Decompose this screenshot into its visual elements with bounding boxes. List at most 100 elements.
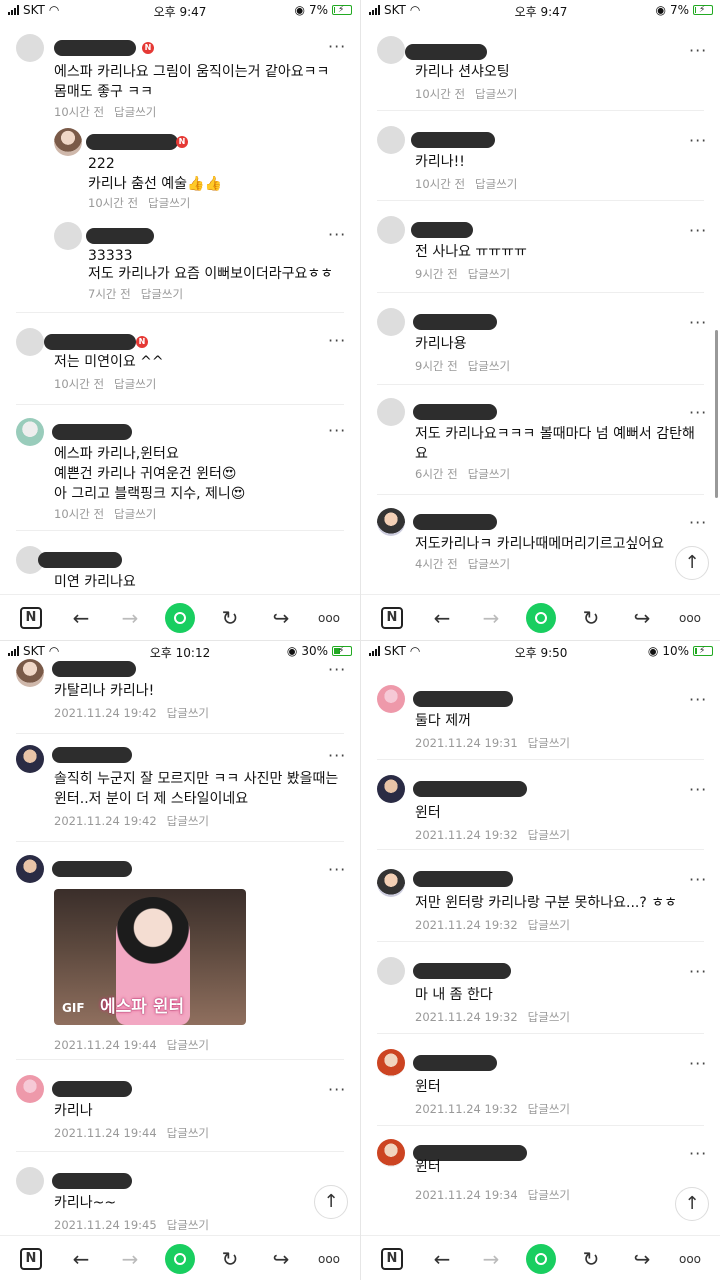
reply-link[interactable]: 답글쓰기 <box>528 828 570 842</box>
avatar[interactable] <box>16 1075 44 1103</box>
naver-n-icon[interactable]: N <box>381 1248 403 1270</box>
more-options-icon[interactable]: ··· <box>328 333 346 349</box>
naver-n-icon[interactable]: N <box>20 607 42 629</box>
gif-image[interactable]: GIF 에스파 윈터 <box>54 889 246 1025</box>
more-options-icon[interactable]: ··· <box>328 662 346 678</box>
more-options-icon[interactable]: ··· <box>328 423 346 439</box>
more-options-icon[interactable]: ··· <box>328 1082 346 1098</box>
reply-link[interactable]: 답글쓰기 <box>468 557 510 571</box>
author-name-redacted[interactable] <box>411 222 473 238</box>
more-menu-icon[interactable]: ooo <box>316 605 342 631</box>
avatar[interactable] <box>377 957 405 985</box>
author-name-redacted[interactable] <box>52 1173 132 1189</box>
more-options-icon[interactable]: ··· <box>328 227 346 243</box>
reply-link[interactable]: 답글쓰기 <box>141 287 183 301</box>
avatar[interactable] <box>377 869 405 897</box>
home-icon[interactable] <box>526 603 556 633</box>
more-options-icon[interactable]: ··· <box>328 862 346 878</box>
reload-icon[interactable]: ↻ <box>578 1246 604 1272</box>
reply-link[interactable]: 답글쓰기 <box>468 359 510 373</box>
reload-icon[interactable]: ↻ <box>217 605 243 631</box>
more-options-icon[interactable]: ··· <box>689 1056 707 1072</box>
reply-link[interactable]: 답글쓰기 <box>167 706 209 720</box>
reply-link[interactable]: 답글쓰기 <box>528 1010 570 1024</box>
reload-icon[interactable]: ↻ <box>217 1246 243 1272</box>
avatar[interactable] <box>377 308 405 336</box>
forward-arrow-icon[interactable]: → <box>478 605 504 631</box>
author-name-redacted[interactable] <box>411 132 495 148</box>
back-arrow-icon[interactable]: ← <box>429 1246 455 1272</box>
avatar[interactable] <box>54 128 82 156</box>
home-icon[interactable] <box>526 1244 556 1274</box>
home-icon[interactable] <box>165 603 195 633</box>
avatar[interactable] <box>377 685 405 713</box>
author-name-redacted[interactable] <box>413 781 527 797</box>
more-options-icon[interactable]: ··· <box>689 405 707 421</box>
author-name-redacted[interactable] <box>52 661 136 677</box>
more-options-icon[interactable]: ··· <box>689 782 707 798</box>
more-options-icon[interactable]: ··· <box>689 315 707 331</box>
reload-icon[interactable]: ↻ <box>578 605 604 631</box>
avatar[interactable] <box>16 34 44 62</box>
author-name-redacted[interactable] <box>413 514 497 530</box>
reply-link[interactable]: 답글쓰기 <box>167 1038 209 1052</box>
reply-link[interactable]: 답글쓰기 <box>468 467 510 481</box>
author-name-redacted[interactable] <box>413 871 513 887</box>
author-name-redacted[interactable] <box>413 1055 497 1071</box>
scrollbar[interactable] <box>715 330 718 498</box>
reply-link[interactable]: 답글쓰기 <box>167 1126 209 1140</box>
more-options-icon[interactable]: ··· <box>689 1146 707 1162</box>
share-icon[interactable]: ↪ <box>629 1246 655 1272</box>
more-options-icon[interactable]: ··· <box>328 39 346 55</box>
reply-link[interactable]: 답글쓰기 <box>528 1102 570 1116</box>
reply-link[interactable]: 답글쓰기 <box>167 814 209 828</box>
author-name-redacted[interactable] <box>413 691 513 707</box>
author-name-redacted[interactable] <box>38 552 122 568</box>
author-name-redacted[interactable] <box>413 314 497 330</box>
avatar[interactable] <box>377 775 405 803</box>
author-name-redacted[interactable] <box>52 861 132 877</box>
reply-link[interactable]: 답글쓰기 <box>114 377 156 391</box>
reply-link[interactable]: 답글쓰기 <box>528 1188 570 1202</box>
share-icon[interactable]: ↪ <box>629 605 655 631</box>
home-icon[interactable] <box>165 1244 195 1274</box>
reply-link[interactable]: 답글쓰기 <box>475 177 517 191</box>
avatar[interactable] <box>377 1049 405 1077</box>
reply-link[interactable]: 답글쓰기 <box>114 507 156 521</box>
author-name-redacted[interactable] <box>86 134 178 150</box>
reply-link[interactable]: 답글쓰기 <box>528 918 570 932</box>
author-name-redacted[interactable] <box>54 40 136 56</box>
author-name-redacted[interactable] <box>52 747 132 763</box>
more-options-icon[interactable]: ··· <box>689 133 707 149</box>
avatar[interactable] <box>16 1167 44 1195</box>
avatar[interactable] <box>16 745 44 773</box>
back-arrow-icon[interactable]: ← <box>429 605 455 631</box>
more-options-icon[interactable]: ··· <box>689 43 707 59</box>
more-menu-icon[interactable]: ooo <box>677 1246 703 1272</box>
author-name-redacted[interactable] <box>405 44 487 60</box>
forward-arrow-icon[interactable]: → <box>117 605 143 631</box>
scroll-to-top-button[interactable]: ↑ <box>675 546 709 580</box>
reply-link[interactable]: 답글쓰기 <box>528 736 570 750</box>
more-options-icon[interactable]: ··· <box>689 872 707 888</box>
forward-arrow-icon[interactable]: → <box>117 1246 143 1272</box>
more-menu-icon[interactable]: ooo <box>677 605 703 631</box>
more-options-icon[interactable]: ··· <box>689 223 707 239</box>
avatar[interactable] <box>16 418 44 446</box>
author-name-redacted[interactable] <box>52 1081 132 1097</box>
scroll-to-top-button[interactable]: ↑ <box>675 1187 709 1221</box>
more-options-icon[interactable]: ··· <box>689 964 707 980</box>
avatar[interactable] <box>377 1139 405 1167</box>
author-name-redacted[interactable] <box>86 228 154 244</box>
scroll-to-top-button[interactable]: ↑ <box>314 1185 348 1219</box>
avatar[interactable] <box>377 36 405 64</box>
avatar[interactable] <box>16 659 44 687</box>
forward-arrow-icon[interactable]: → <box>478 1246 504 1272</box>
avatar[interactable] <box>16 855 44 883</box>
avatar[interactable] <box>377 216 405 244</box>
avatar[interactable] <box>54 222 82 250</box>
share-icon[interactable]: ↪ <box>268 605 294 631</box>
avatar[interactable] <box>377 126 405 154</box>
more-options-icon[interactable]: ··· <box>328 748 346 764</box>
avatar[interactable] <box>16 328 44 356</box>
